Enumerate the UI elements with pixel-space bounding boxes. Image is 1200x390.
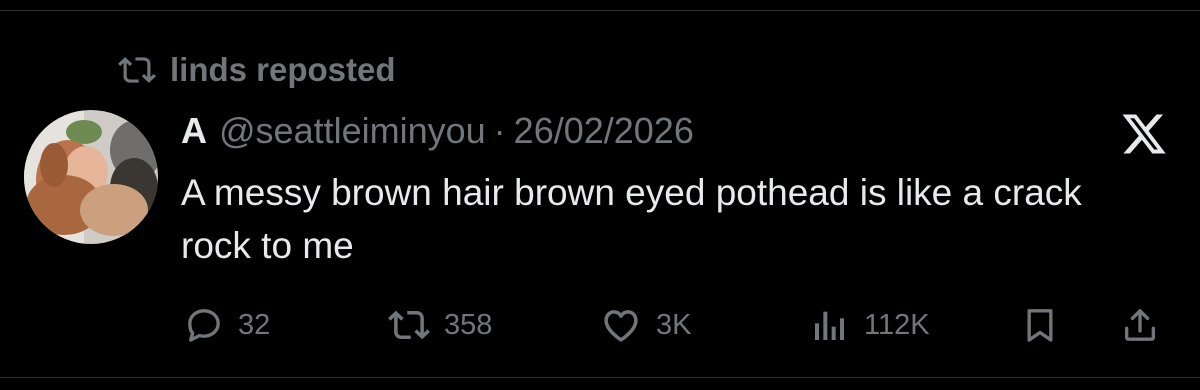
post-header: A @seattleiminyou · 26/02/2026 [181, 108, 694, 154]
views-button[interactable]: 112K [810, 300, 930, 350]
x-logo-icon [1118, 110, 1170, 158]
repost-button[interactable]: 358 [388, 300, 492, 350]
views-count: 112K [864, 308, 930, 341]
top-divider [0, 10, 1200, 11]
repost-indicator[interactable]: linds reposted [118, 50, 396, 90]
bottom-divider [0, 377, 1200, 378]
share-button[interactable] [1120, 300, 1160, 350]
reply-count: 32 [238, 308, 271, 341]
post-date[interactable]: 26/02/2026 [514, 110, 694, 152]
repost-count: 358 [444, 308, 493, 341]
like-count: 3K [656, 308, 692, 341]
avatar[interactable] [24, 110, 158, 244]
author-name[interactable]: A [181, 110, 207, 152]
repost-icon [118, 51, 156, 89]
bookmark-icon [1020, 305, 1060, 345]
heart-icon [600, 304, 642, 346]
post-text: A messy brown hair brown eyed pothead is… [181, 172, 1082, 266]
reply-icon [184, 305, 224, 345]
views-chart-icon [810, 305, 850, 345]
share-icon [1120, 305, 1160, 345]
repost-action-icon [388, 304, 430, 346]
reply-button[interactable]: 32 [184, 300, 270, 350]
bookmark-button[interactable] [1020, 300, 1060, 350]
author-handle[interactable]: @seattleiminyou [219, 110, 486, 152]
repost-label: linds reposted [170, 51, 396, 88]
action-bar: 32 358 3K 112K [0, 300, 1200, 350]
like-button[interactable]: 3K [600, 300, 691, 350]
header-separator: · [493, 110, 506, 151]
